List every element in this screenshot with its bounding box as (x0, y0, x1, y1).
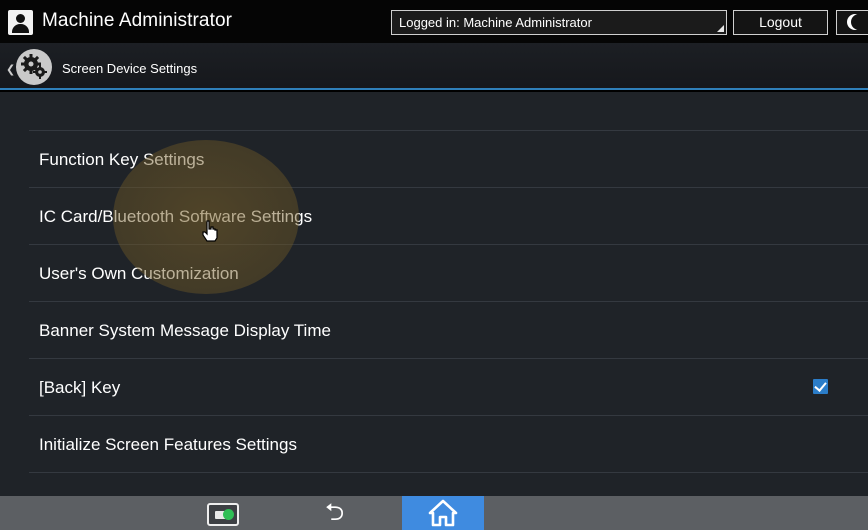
home-icon (428, 499, 458, 527)
list-item-label: IC Card/Bluetooth Software Settings (39, 207, 313, 226)
list-item-label: Banner System Message Display Time (39, 321, 331, 340)
page-header: ❮ Screen Device Settings (0, 43, 868, 90)
dropdown-corner-icon (717, 25, 724, 32)
list-item-users-own-customization[interactable]: User's Own Customization (29, 245, 868, 302)
user-name: Machine Administrator (42, 10, 233, 31)
login-status-field[interactable]: Logged in: Machine Administrator (391, 10, 727, 35)
logout-button[interactable]: Logout (733, 10, 828, 35)
list-item-label: User's Own Customization (39, 264, 239, 283)
gear-icon[interactable] (16, 49, 52, 85)
moon-icon (851, 14, 867, 30)
back-chevron-icon[interactable]: ❮ (6, 63, 15, 76)
list-item-banner-display-time[interactable]: Banner System Message Display Time (29, 302, 868, 359)
user-icon[interactable] (8, 10, 33, 35)
list-item-ic-card-bluetooth-settings[interactable]: IC Card/Bluetooth Software Settings (29, 188, 868, 245)
list-item-label: Function Key Settings (39, 150, 205, 169)
list-item-label: [Back] Key (39, 378, 121, 397)
login-status-text: Logged in: Machine Administrator (399, 15, 592, 30)
back-arrow-icon[interactable]: ⮌ (325, 501, 344, 525)
page-title: Screen Device Settings (62, 61, 198, 76)
list-item-function-key-settings[interactable]: Function Key Settings (29, 131, 868, 188)
ic-card-app-icon[interactable] (207, 503, 239, 526)
top-bar: Machine Administrator Logged in: Machine… (0, 0, 868, 43)
list-item-initialize-screen-features[interactable]: Initialize Screen Features Settings (29, 416, 868, 473)
settings-content: Function Key Settings IC Card/Bluetooth … (0, 92, 868, 496)
settings-list: Function Key Settings IC Card/Bluetooth … (29, 130, 868, 473)
bottom-nav-bar: ⮌ (0, 496, 868, 530)
home-button[interactable] (402, 496, 484, 530)
list-item-back-key[interactable]: [Back] Key (29, 359, 868, 416)
checkmark-icon[interactable] (813, 379, 828, 394)
device-screen: Machine Administrator Logged in: Machine… (0, 0, 868, 530)
night-mode-button[interactable] (836, 10, 868, 35)
list-item-label: Initialize Screen Features Settings (39, 435, 297, 454)
